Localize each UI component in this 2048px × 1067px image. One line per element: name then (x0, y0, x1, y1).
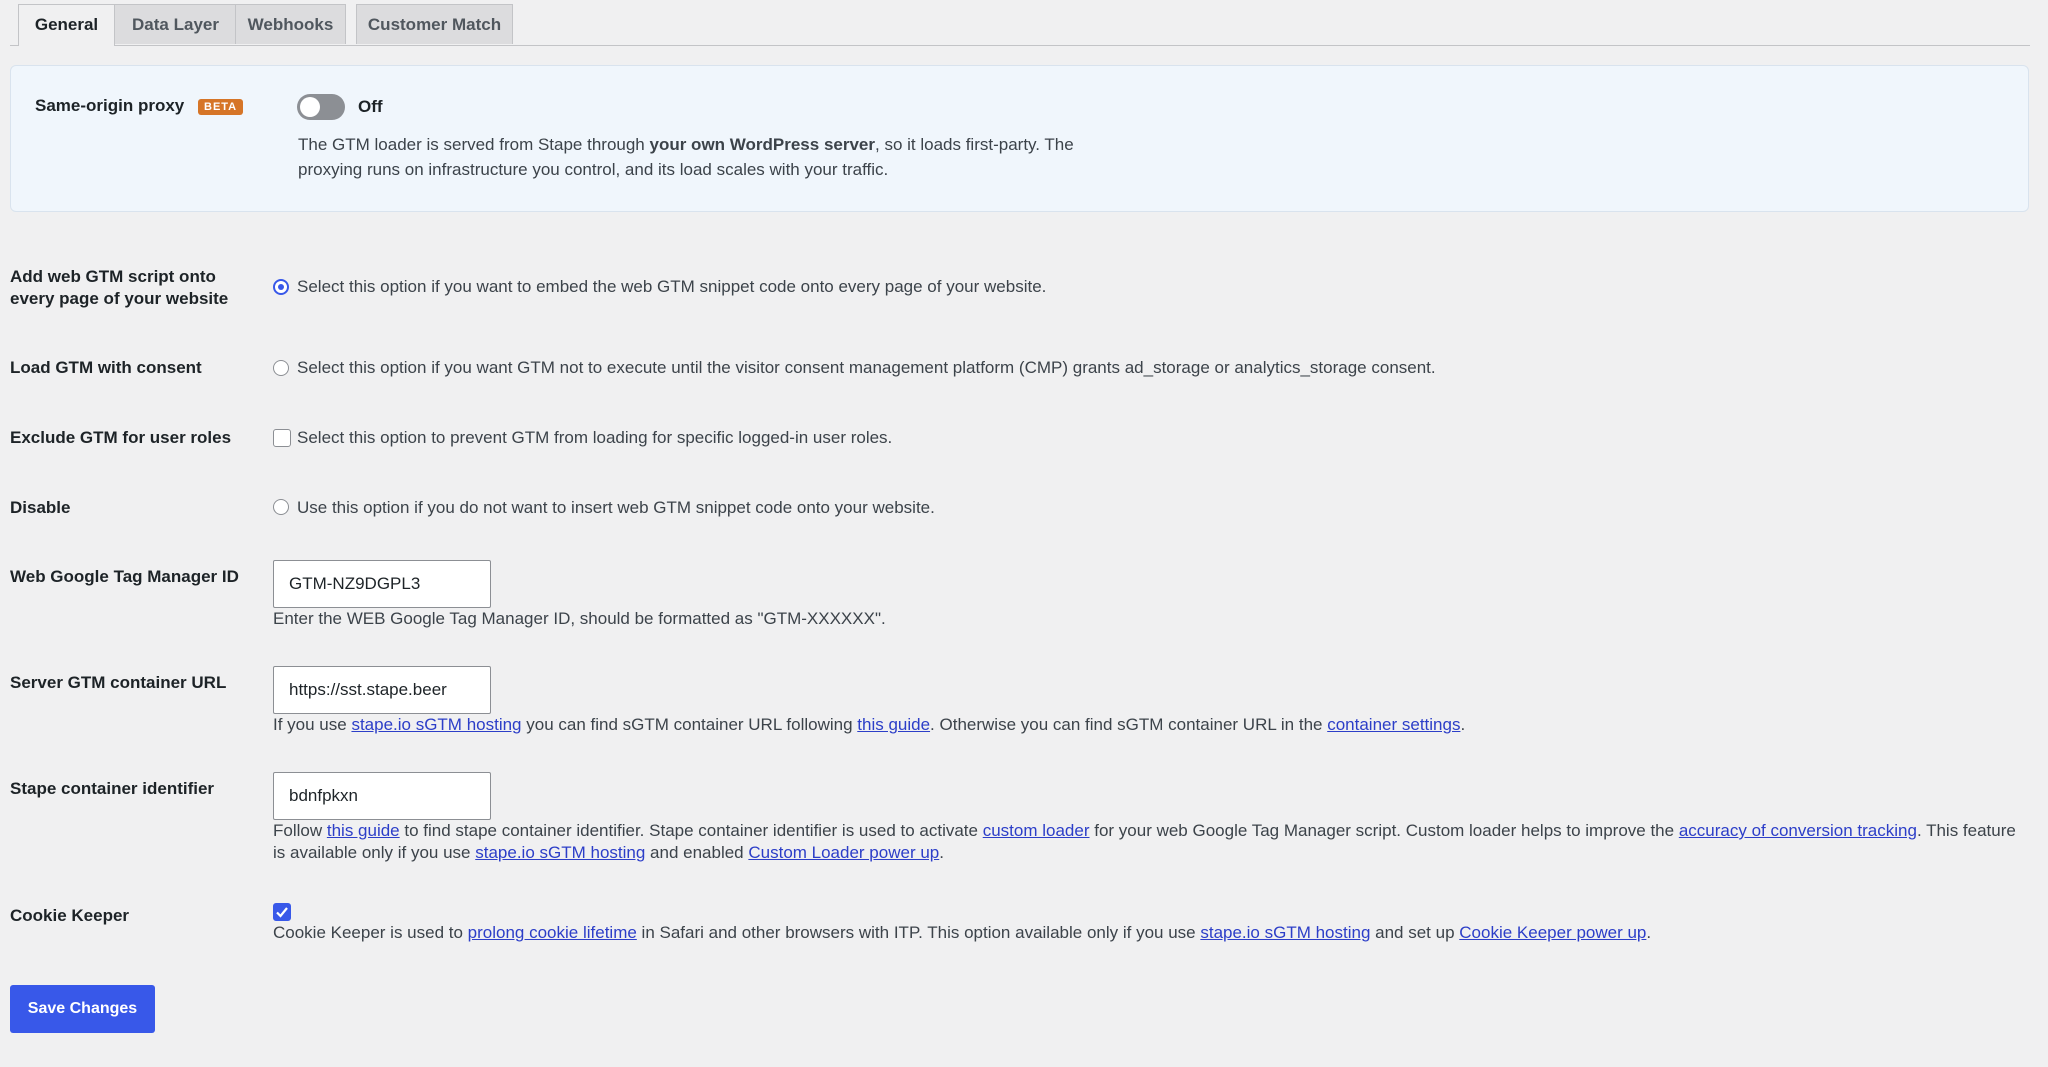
same-origin-proxy-toggle[interactable] (297, 94, 345, 120)
accuracy-conversion-link[interactable]: accuracy of conversion tracking (1679, 821, 1917, 840)
prolong-cookie-link[interactable]: prolong cookie lifetime (468, 923, 637, 942)
exclude-roles-label: Exclude GTM for user roles (10, 428, 232, 447)
cookie-keeper-label: Cookie Keeper (10, 906, 130, 925)
exclude-roles-description: Select this option to prevent GTM from l… (297, 428, 893, 447)
server-url-label: Server GTM container URL (10, 673, 227, 692)
add-script-description: Select this option if you want to embed … (297, 277, 1047, 296)
server-url-help: If you use stape.io sGTM hosting you can… (273, 715, 1466, 734)
consent-label: Load GTM with consent (10, 358, 202, 377)
stape-hosting-link-3[interactable]: stape.io sGTM hosting (1200, 923, 1370, 942)
cookie-keeper-power-up-link[interactable]: Cookie Keeper power up (1459, 923, 1646, 942)
stape-hosting-link[interactable]: stape.io sGTM hosting (351, 715, 521, 734)
disable-radio[interactable] (273, 499, 289, 515)
same-origin-proxy-label: Same-origin proxy (35, 96, 185, 115)
stape-id-label: Stape container identifier (10, 779, 215, 798)
toggle-knob (300, 97, 320, 117)
same-origin-proxy-description: The GTM loader is served from Stape thro… (298, 135, 1074, 179)
proxy-desc-bold: your own WordPress server (649, 135, 876, 154)
gtm-id-help: Enter the WEB Google Tag Manager ID, sho… (273, 609, 886, 628)
add-script-label: Add web GTM script onto every page of yo… (10, 267, 229, 308)
check-icon (276, 907, 288, 918)
consent-description: Select this option if you want GTM not t… (297, 358, 1436, 377)
toggle-state-label: Off (358, 97, 383, 116)
disable-description: Use this option if you do not want to in… (297, 498, 935, 517)
stape-hosting-link-2[interactable]: stape.io sGTM hosting (475, 843, 645, 862)
same-origin-proxy-panel: Same-origin proxy BETA Off The GTM loade… (10, 65, 2029, 212)
add-script-radio[interactable] (273, 279, 289, 295)
custom-loader-link[interactable]: custom loader (983, 821, 1090, 840)
save-changes-button[interactable]: Save Changes (10, 985, 155, 1033)
tab-customer-match[interactable]: Customer Match (356, 4, 513, 44)
tab-general[interactable]: General (18, 4, 115, 46)
consent-radio[interactable] (273, 360, 289, 376)
tab-data-layer[interactable]: Data Layer (114, 4, 237, 44)
tab-webhooks[interactable]: Webhooks (235, 4, 346, 44)
stape-id-help: Follow this guide to find stape containe… (273, 821, 2016, 862)
exclude-roles-checkbox[interactable] (273, 429, 291, 447)
cookie-keeper-help: Cookie Keeper is used to prolong cookie … (273, 923, 1652, 942)
custom-loader-power-up-link[interactable]: Custom Loader power up (748, 843, 939, 862)
stape-id-input[interactable] (273, 772, 491, 820)
gtm-id-label: Web Google Tag Manager ID (10, 567, 239, 586)
settings-tabs: General Data Layer Webhooks Customer Mat… (10, 0, 2030, 46)
beta-badge: BETA (198, 99, 244, 115)
gtm-id-input[interactable] (273, 560, 491, 608)
this-guide-link[interactable]: this guide (857, 715, 930, 734)
stape-id-guide-link[interactable]: this guide (327, 821, 400, 840)
cookie-keeper-checkbox[interactable] (273, 903, 291, 921)
server-url-input[interactable] (273, 666, 491, 714)
container-settings-link[interactable]: container settings (1327, 715, 1460, 734)
disable-label: Disable (10, 498, 71, 517)
